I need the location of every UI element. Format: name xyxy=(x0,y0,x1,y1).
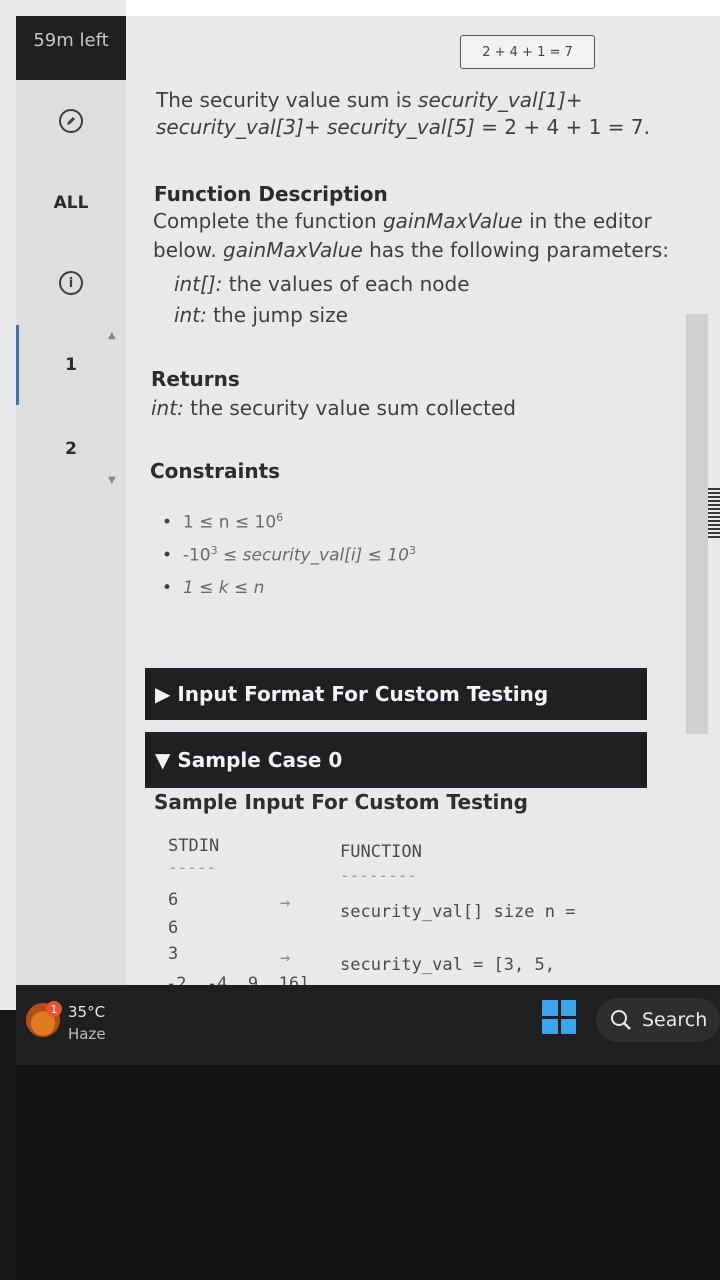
arrow-icon: → xyxy=(280,893,291,913)
weather-temperature: 35°C xyxy=(68,1003,106,1021)
function-divider: -------- xyxy=(340,866,418,885)
function-value: security_val[] size n = xyxy=(340,902,576,922)
arrow-icon: → xyxy=(280,948,291,968)
sample-input-heading: Sample Input For Custom Testing xyxy=(154,790,528,814)
sidebar-item-2[interactable]: 2 xyxy=(16,434,126,464)
constraint-item: • 1 ≤ k ≤ n xyxy=(162,578,265,598)
sidebar-item-label: ALL xyxy=(53,193,89,213)
function-description-line-1: Complete the function gainMaxValue in th… xyxy=(153,209,652,233)
sidebar-up-arrow-icon: ▲ xyxy=(108,330,116,341)
sidebar-item-1[interactable]: 1 xyxy=(16,350,126,380)
weather-condition: Haze xyxy=(68,1025,106,1043)
stdin-column-header: STDIN xyxy=(168,836,220,856)
function-description-heading: Function Description xyxy=(154,182,388,206)
sidebar-down-arrow-icon: ▼ xyxy=(108,475,116,486)
timer-text: 59m left xyxy=(33,30,109,51)
sample-case-toggle[interactable]: ▼ Sample Case 0 xyxy=(145,732,647,788)
constraint-item: • -103 ≤ security_val[i] ≤ 103 xyxy=(162,544,416,566)
stdin-divider: ----- xyxy=(168,858,217,877)
sidebar-item-label: 1 xyxy=(65,355,77,375)
explanation-line-2: security_val[3]+ security_val[5] = 2 + 4… xyxy=(156,115,650,139)
returns-heading: Returns xyxy=(151,367,240,391)
function-description-line-2: below. gainMaxValue has the following pa… xyxy=(153,238,670,262)
taskbar: 1 35°C Haze Search xyxy=(16,985,720,1065)
calculation-tooltip: 2 + 4 + 1 = 7 xyxy=(460,35,595,69)
stdin-value: 6 xyxy=(168,890,179,910)
returns-text: int: the security value sum collected xyxy=(151,396,516,420)
function-column-header: FUNCTION xyxy=(340,842,422,862)
function-value: security_val = [3, 5, xyxy=(340,955,555,975)
question-sidebar: ALL i 1 ▲ 2 ▼ xyxy=(16,80,126,1010)
weather-notification-badge: 1 xyxy=(46,1001,62,1017)
sidebar-item-edit[interactable] xyxy=(16,106,126,136)
sidebar-item-all[interactable]: ALL xyxy=(16,188,126,218)
constraints-heading: Constraints xyxy=(150,459,281,483)
pencil-icon xyxy=(59,109,83,133)
screen: 59m left ALL i 1 ▲ 2 ▼ 2 + 4 + 1 = 7 The… xyxy=(0,0,720,1010)
top-strip xyxy=(126,0,720,16)
taskbar-search-button[interactable]: Search xyxy=(596,998,720,1042)
content-scrollbar[interactable] xyxy=(686,314,708,734)
timer-badge: 59m left xyxy=(16,16,126,80)
constraint-item: • 1 ≤ n ≤ 106 xyxy=(162,511,284,533)
sidebar-item-label: 2 xyxy=(65,439,77,459)
param-jump: int: the jump size xyxy=(174,303,348,327)
search-icon xyxy=(611,1010,631,1030)
tooltip-text: 2 + 4 + 1 = 7 xyxy=(482,44,573,60)
input-format-toggle[interactable]: ▶ Input Format For Custom Testing xyxy=(145,668,647,720)
input-format-label: ▶ Input Format For Custom Testing xyxy=(155,682,549,706)
info-icon: i xyxy=(59,271,83,295)
windows-start-icon[interactable] xyxy=(542,1000,576,1034)
sidebar-item-info[interactable]: i xyxy=(16,268,126,298)
sample-case-label: ▼ Sample Case 0 xyxy=(155,748,343,772)
panel-resize-handle[interactable] xyxy=(708,488,720,538)
stdin-value: 6 xyxy=(168,918,179,938)
param-values: int[]: the values of each node xyxy=(174,272,470,296)
stdin-value: 3 xyxy=(168,944,179,964)
explanation-line-1: The security value sum is security_val[1… xyxy=(156,88,583,112)
search-label: Search xyxy=(642,1009,708,1031)
